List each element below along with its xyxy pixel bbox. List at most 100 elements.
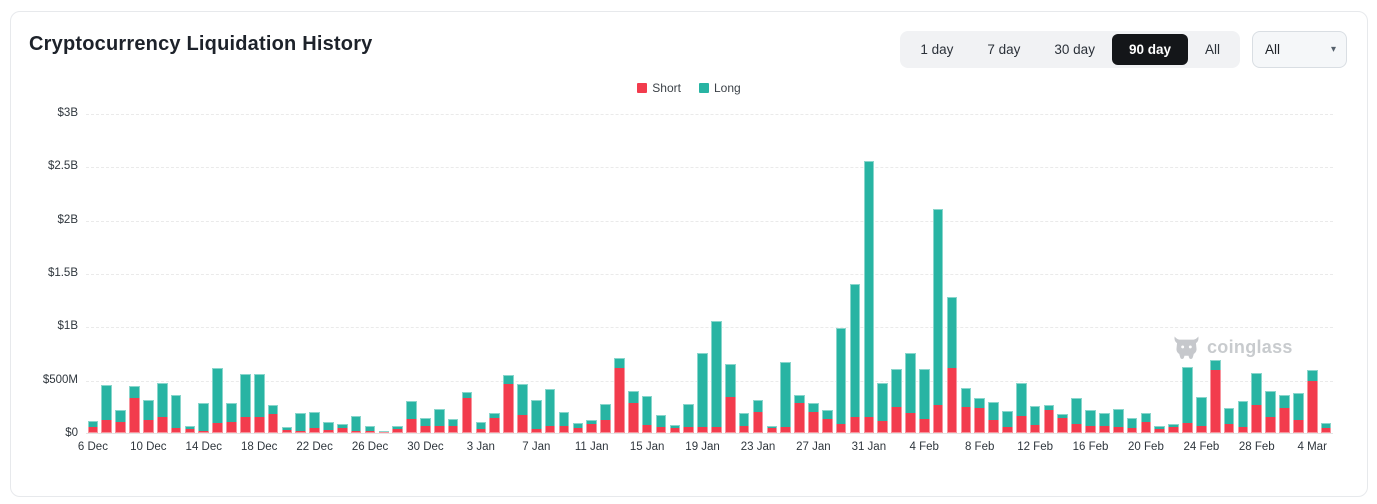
bar-26-jan[interactable] (794, 113, 805, 433)
bar-9-dec[interactable] (129, 113, 140, 433)
bar-10-jan[interactable] (573, 113, 584, 433)
bar-12-jan[interactable] (600, 113, 611, 433)
bar-10-dec[interactable] (143, 113, 154, 433)
bar-20-feb[interactable] (1141, 113, 1152, 433)
bar-3-jan[interactable] (476, 113, 487, 433)
bar-16-feb[interactable] (1085, 113, 1096, 433)
coin-filter-dropdown[interactable]: All ▾ (1252, 31, 1347, 68)
bar-1-mar[interactable] (1265, 113, 1276, 433)
bar-27-feb[interactable] (1238, 113, 1249, 433)
bar-7-feb[interactable] (961, 113, 972, 433)
range-button-30-day[interactable]: 30 day (1037, 34, 1112, 65)
bar-16-jan[interactable] (656, 113, 667, 433)
bar-5-feb[interactable] (933, 113, 944, 433)
bar-31-jan[interactable] (864, 113, 875, 433)
bar-18-jan[interactable] (683, 113, 694, 433)
bar-24-feb[interactable] (1196, 113, 1207, 433)
bar-28-feb[interactable] (1251, 113, 1262, 433)
bar-8-jan[interactable] (545, 113, 556, 433)
bar-19-jan[interactable] (697, 113, 708, 433)
bar-6-jan[interactable] (517, 113, 528, 433)
bar-8-dec[interactable] (115, 113, 126, 433)
bar-18-dec[interactable] (254, 113, 265, 433)
bar-11-jan[interactable] (586, 113, 597, 433)
bar-4-mar[interactable] (1307, 113, 1318, 433)
bar-30-dec[interactable] (420, 113, 431, 433)
bar-20-dec[interactable] (282, 113, 293, 433)
bar-17-jan[interactable] (670, 113, 681, 433)
bar-14-jan[interactable] (628, 113, 639, 433)
short-segment (1044, 410, 1055, 433)
bar-11-dec[interactable] (157, 113, 168, 433)
bar-3-mar[interactable] (1293, 113, 1304, 433)
bar-14-feb[interactable] (1057, 113, 1068, 433)
legend-item-short[interactable]: Short (637, 81, 681, 95)
bar-25-dec[interactable] (351, 113, 362, 433)
bar-30-jan[interactable] (850, 113, 861, 433)
bar-3-feb[interactable] (905, 113, 916, 433)
bar-22-feb[interactable] (1168, 113, 1179, 433)
bar-6-dec[interactable] (88, 113, 99, 433)
range-button-90-day[interactable]: 90 day (1112, 34, 1188, 65)
range-button-1-day[interactable]: 1 day (903, 34, 970, 65)
bar-24-jan[interactable] (767, 113, 778, 433)
bar-7-dec[interactable] (101, 113, 112, 433)
bar-21-jan[interactable] (725, 113, 736, 433)
bar-5-jan[interactable] (503, 113, 514, 433)
bar-15-jan[interactable] (642, 113, 653, 433)
bar-8-feb[interactable] (974, 113, 985, 433)
bar-2-mar[interactable] (1279, 113, 1290, 433)
bar-6-feb[interactable] (947, 113, 958, 433)
bar-17-feb[interactable] (1099, 113, 1110, 433)
bar-13-jan[interactable] (614, 113, 625, 433)
bar-10-feb[interactable] (1002, 113, 1013, 433)
bar-21-feb[interactable] (1154, 113, 1165, 433)
bar-12-dec[interactable] (171, 113, 182, 433)
bar-9-feb[interactable] (988, 113, 999, 433)
bar-28-dec[interactable] (392, 113, 403, 433)
bar-18-feb[interactable] (1113, 113, 1124, 433)
bar-16-dec[interactable] (226, 113, 237, 433)
bar-19-feb[interactable] (1127, 113, 1138, 433)
bar-22-jan[interactable] (739, 113, 750, 433)
bar-1-jan[interactable] (448, 113, 459, 433)
bar-5-mar[interactable] (1321, 113, 1332, 433)
bar-4-feb[interactable] (919, 113, 930, 433)
bar-7-jan[interactable] (531, 113, 542, 433)
x-axis-label: 24 Feb (1183, 441, 1219, 453)
bar-14-dec[interactable] (198, 113, 209, 433)
bar-22-dec[interactable] (309, 113, 320, 433)
bar-2-feb[interactable] (891, 113, 902, 433)
bar-28-jan[interactable] (822, 113, 833, 433)
bar-12-feb[interactable] (1030, 113, 1041, 433)
bar-31-dec[interactable] (434, 113, 445, 433)
bar-23-dec[interactable] (323, 113, 334, 433)
range-button-all[interactable]: All (1188, 34, 1237, 65)
bar-15-dec[interactable] (212, 113, 223, 433)
bar-27-jan[interactable] (808, 113, 819, 433)
bar-2-jan[interactable] (462, 113, 473, 433)
bar-19-dec[interactable] (268, 113, 279, 433)
bar-15-feb[interactable] (1071, 113, 1082, 433)
bar-26-dec[interactable] (365, 113, 376, 433)
range-button-7-day[interactable]: 7 day (970, 34, 1037, 65)
bar-9-jan[interactable] (559, 113, 570, 433)
bar-21-dec[interactable] (295, 113, 306, 433)
bar-29-dec[interactable] (406, 113, 417, 433)
bar-23-feb[interactable] (1182, 113, 1193, 433)
bar-4-jan[interactable] (489, 113, 500, 433)
bar-1-feb[interactable] (877, 113, 888, 433)
bar-25-jan[interactable] (780, 113, 791, 433)
bar-20-jan[interactable] (711, 113, 722, 433)
bar-26-feb[interactable] (1224, 113, 1235, 433)
bar-13-dec[interactable] (185, 113, 196, 433)
bar-29-jan[interactable] (836, 113, 847, 433)
bar-11-feb[interactable] (1016, 113, 1027, 433)
bar-17-dec[interactable] (240, 113, 251, 433)
bar-24-dec[interactable] (337, 113, 348, 433)
bar-27-dec[interactable] (379, 113, 390, 433)
bar-23-jan[interactable] (753, 113, 764, 433)
bar-25-feb[interactable] (1210, 113, 1221, 433)
bar-13-feb[interactable] (1044, 113, 1055, 433)
legend-item-long[interactable]: Long (699, 81, 741, 95)
